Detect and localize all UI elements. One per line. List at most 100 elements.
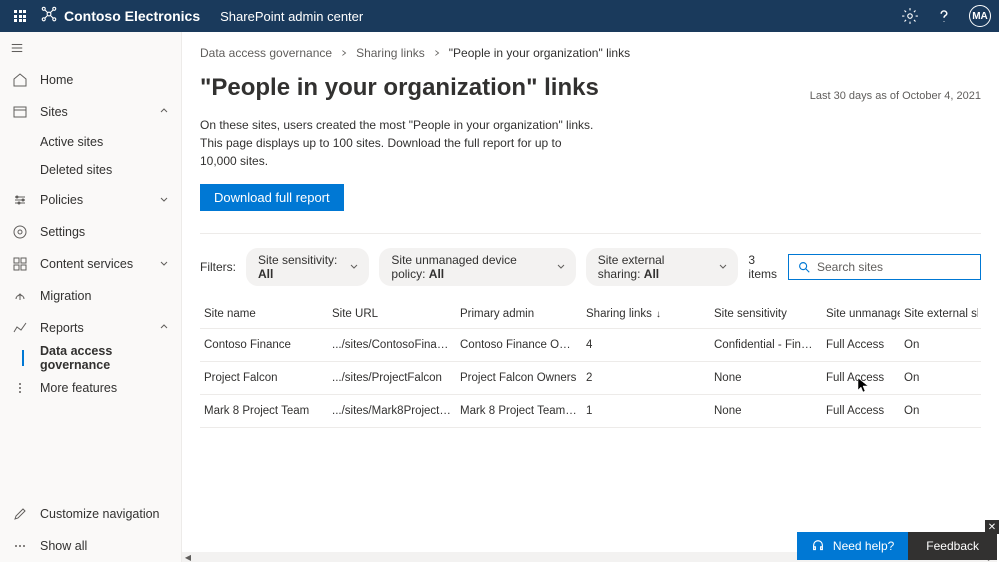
home-icon — [12, 72, 28, 88]
breadcrumb-l1[interactable]: Data access governance — [200, 46, 332, 60]
cell-site-external: On — [900, 395, 978, 427]
nav-label: Reports — [40, 321, 84, 335]
table-row[interactable]: Project Falcon.../sites/ProjectFalconPro… — [200, 362, 981, 395]
date-range: Last 30 days as of October 4, 2021 — [810, 90, 981, 102]
gear-icon — [12, 224, 28, 240]
sort-desc-icon: ↓ — [656, 309, 661, 320]
sidebar-item-deleted-sites[interactable]: Deleted sites — [0, 156, 181, 184]
cell-site-unmanaged: Full Access — [822, 329, 900, 361]
nav-label: Show all — [40, 539, 87, 553]
filter-site-sensitivity[interactable]: Site sensitivity: All — [246, 248, 369, 286]
item-count: 3 items — [748, 253, 778, 281]
breadcrumb-l2[interactable]: Sharing links — [356, 46, 425, 60]
sidebar-item-sites[interactable]: Sites — [0, 96, 181, 128]
chevron-down-icon — [159, 257, 169, 271]
cell-primary-admin: Project Falcon Owners — [456, 362, 582, 394]
table-row[interactable]: Contoso Finance.../sites/ContosoFinance C… — [200, 329, 981, 362]
col-primary-admin[interactable]: Primary admin — [456, 300, 582, 328]
policies-icon — [12, 192, 28, 208]
sidebar-item-migration[interactable]: Migration — [0, 280, 181, 312]
settings-icon[interactable] — [901, 7, 919, 25]
sidebar-item-reports[interactable]: Reports — [0, 312, 181, 344]
nav-label: Home — [40, 73, 73, 87]
close-icon[interactable]: ✕ — [985, 520, 999, 534]
user-avatar[interactable]: MA — [969, 5, 991, 27]
headset-icon — [811, 539, 825, 553]
cell-site-name: Project Falcon — [200, 362, 328, 394]
col-site-url[interactable]: Site URL — [328, 300, 456, 328]
sidebar-item-content-services[interactable]: Content services — [0, 248, 181, 280]
filter-external-sharing[interactable]: Site external sharing: All — [586, 248, 739, 286]
breadcrumb-current: "People in your organization" links — [449, 46, 630, 60]
nav-label: Content services — [40, 257, 133, 271]
org-name: Contoso Electronics — [64, 8, 200, 24]
help-icon[interactable] — [935, 7, 953, 25]
avatar-initials: MA — [972, 11, 988, 22]
chevron-up-icon — [159, 321, 169, 335]
cell-site-unmanaged: Full Access — [822, 362, 900, 394]
cell-site-url: .../sites/ContosoFinance — [328, 329, 456, 361]
sidebar-item-customize-navigation[interactable]: Customize navigation — [0, 498, 181, 530]
nav-label: Customize navigation — [40, 507, 160, 521]
search-input[interactable] — [817, 260, 972, 274]
sidebar-item-more-features[interactable]: More features — [0, 372, 181, 404]
filter-unmanaged-device-policy[interactable]: Site unmanaged device policy: All — [379, 248, 575, 286]
col-site-sensitivity[interactable]: Site sensitivity — [710, 300, 822, 328]
cell-site-name: Contoso Finance — [200, 329, 328, 361]
more-features-icon — [12, 380, 28, 396]
cell-site-external: On — [900, 329, 978, 361]
navigation-sidebar: Home Sites Active sites Deleted sites Po… — [0, 32, 182, 562]
edit-icon — [12, 506, 28, 522]
nav-label: Settings — [40, 225, 85, 239]
sidebar-item-policies[interactable]: Policies — [0, 184, 181, 216]
chevron-right-icon — [433, 46, 441, 60]
sites-table: Site name Site URL Primary admin Sharing… — [200, 300, 981, 428]
cell-site-sensitivity: Confidential - Finance — [710, 329, 822, 361]
nav-label: More features — [40, 381, 117, 395]
nav-label: Migration — [40, 289, 91, 303]
nav-label: Sites — [40, 105, 68, 119]
cell-site-sensitivity: None — [710, 395, 822, 427]
col-site-external[interactable]: Site external shar... — [900, 300, 978, 328]
main-content: Data access governance Sharing links "Pe… — [182, 32, 999, 562]
app-name: SharePoint admin center — [220, 9, 363, 24]
col-sharing-links[interactable]: Sharing links↓ — [582, 300, 710, 328]
sidebar-item-show-all[interactable]: Show all — [0, 530, 181, 562]
download-full-report-button[interactable]: Download full report — [200, 184, 344, 211]
chevron-down-icon — [159, 193, 169, 207]
content-services-icon — [12, 256, 28, 272]
table-header: Site name Site URL Primary admin Sharing… — [200, 300, 981, 329]
suite-header: Contoso Electronics SharePoint admin cen… — [0, 0, 999, 32]
collapse-nav-button[interactable] — [0, 32, 181, 64]
sidebar-item-settings[interactable]: Settings — [0, 216, 181, 248]
search-icon — [797, 260, 811, 274]
page-description: On these sites, users created the most "… — [200, 116, 600, 170]
col-site-name[interactable]: Site name — [200, 300, 328, 328]
cell-site-name: Mark 8 Project Team — [200, 395, 328, 427]
cell-primary-admin: Mark 8 Project Team Owners — [456, 395, 582, 427]
search-box[interactable] — [788, 254, 981, 280]
filter-row: Filters: Site sensitivity: All Site unma… — [200, 248, 981, 286]
waffle-icon — [14, 10, 26, 22]
migration-icon — [12, 288, 28, 304]
cell-sharing-links: 2 — [582, 362, 710, 394]
col-site-unmanaged[interactable]: Site unmanaged ... — [822, 300, 900, 328]
chevron-down-icon — [718, 260, 728, 274]
chevron-right-icon — [340, 46, 348, 60]
sidebar-item-data-access-governance[interactable]: Data access governance — [0, 344, 181, 372]
need-help-button[interactable]: Need help? — [797, 532, 908, 560]
chevron-down-icon — [349, 260, 359, 274]
cell-site-url: .../sites/Mark8ProjectTeam — [328, 395, 456, 427]
reports-icon — [12, 320, 28, 336]
chevron-up-icon — [159, 105, 169, 119]
org-logo-area: Contoso Electronics — [40, 5, 200, 28]
sidebar-item-home[interactable]: Home — [0, 64, 181, 96]
cell-sharing-links: 4 — [582, 329, 710, 361]
app-launcher-button[interactable] — [8, 4, 32, 28]
feedback-button[interactable]: Feedback ✕ — [908, 532, 997, 560]
cell-site-url: .../sites/ProjectFalcon — [328, 362, 456, 394]
cell-sharing-links: 1 — [582, 395, 710, 427]
cell-site-sensitivity: None — [710, 362, 822, 394]
table-row[interactable]: Mark 8 Project Team.../sites/Mark8Projec… — [200, 395, 981, 428]
sidebar-item-active-sites[interactable]: Active sites — [0, 128, 181, 156]
